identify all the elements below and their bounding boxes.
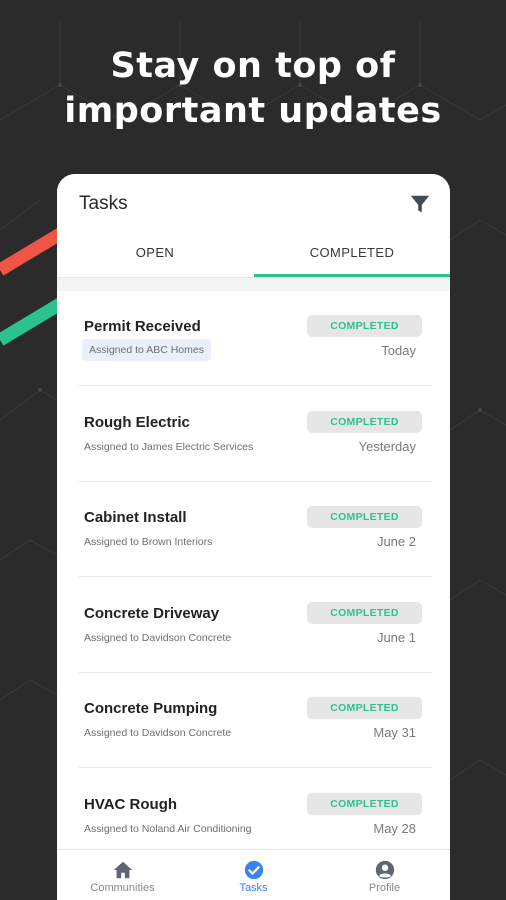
tab-open[interactable]: OPEN <box>57 230 253 275</box>
nav-communities-label: Communities <box>90 882 155 894</box>
task-date: Today <box>381 343 416 358</box>
nav-tasks[interactable]: Tasks <box>188 850 319 900</box>
task-name: Permit Received <box>84 318 201 335</box>
status-badge: COMPLETED <box>307 697 422 719</box>
task-date: June 2 <box>376 534 416 549</box>
check-circle-icon <box>244 860 263 880</box>
app-header: Tasks OPEN COMPLETED <box>57 174 450 278</box>
promo-headline: Stay on top of important updates <box>0 44 506 134</box>
headline-line-1: Stay on top of <box>110 46 396 86</box>
task-assignee: Assigned to James Electric Services <box>84 441 254 453</box>
profile-icon <box>375 860 394 880</box>
task-assignee: Assigned to ABC Homes <box>82 339 211 361</box>
task-row[interactable]: Concrete Driveway Assigned to Davidson C… <box>57 578 450 673</box>
bottom-nav: Communities Tasks Profile <box>57 849 450 900</box>
nav-profile[interactable]: Profile <box>319 850 450 900</box>
task-date: June 1 <box>376 630 416 645</box>
filter-icon[interactable] <box>409 193 431 215</box>
divider <box>79 385 432 386</box>
nav-profile-label: Profile <box>368 882 401 894</box>
page-title: Tasks <box>79 193 128 214</box>
task-row[interactable]: Rough Electric Assigned to James Electri… <box>57 387 450 482</box>
active-tab-indicator <box>254 274 450 277</box>
task-row[interactable]: Permit Received Assigned to ABC Homes CO… <box>57 291 450 386</box>
status-badge: COMPLETED <box>307 602 422 624</box>
divider <box>79 767 432 768</box>
task-name: Concrete Driveway <box>84 605 220 622</box>
nav-tasks-label: Tasks <box>239 882 268 894</box>
task-date: May 28 <box>373 821 416 836</box>
task-name: Concrete Pumping <box>84 700 218 717</box>
task-name: Rough Electric <box>84 414 190 431</box>
status-badge: COMPLETED <box>307 793 422 815</box>
task-row[interactable]: Cabinet Install Assigned to Brown Interi… <box>57 482 450 577</box>
headline-line-2: important updates <box>64 91 442 131</box>
phone-screen: Tasks OPEN COMPLETED Permit Received Ass… <box>57 174 450 900</box>
task-assignee: Assigned to Noland Air Conditioning <box>84 823 252 835</box>
task-name: HVAC Rough <box>84 796 178 813</box>
status-badge: COMPLETED <box>307 315 422 337</box>
task-assignee: Assigned to Davidson Concrete <box>84 727 232 739</box>
status-badge: COMPLETED <box>307 411 422 433</box>
status-badge: COMPLETED <box>307 506 422 528</box>
tab-completed-label: COMPLETED <box>309 245 395 260</box>
nav-communities[interactable]: Communities <box>57 850 188 900</box>
task-list: Permit Received Assigned to ABC Homes CO… <box>57 291 450 849</box>
task-assignee: Assigned to Brown Interiors <box>84 536 213 548</box>
task-row[interactable]: Concrete Pumping Assigned to Davidson Co… <box>57 673 450 768</box>
task-row[interactable]: HVAC Rough Assigned to Noland Air Condit… <box>57 769 450 849</box>
task-date: May 31 <box>373 725 416 740</box>
home-icon <box>113 861 132 879</box>
task-name: Cabinet Install <box>84 509 187 526</box>
tab-open-label: OPEN <box>135 245 175 260</box>
task-date: Yesterday <box>358 439 416 454</box>
divider <box>79 576 432 577</box>
task-assignee: Assigned to Davidson Concrete <box>84 632 232 644</box>
tab-completed[interactable]: COMPLETED <box>254 230 450 275</box>
